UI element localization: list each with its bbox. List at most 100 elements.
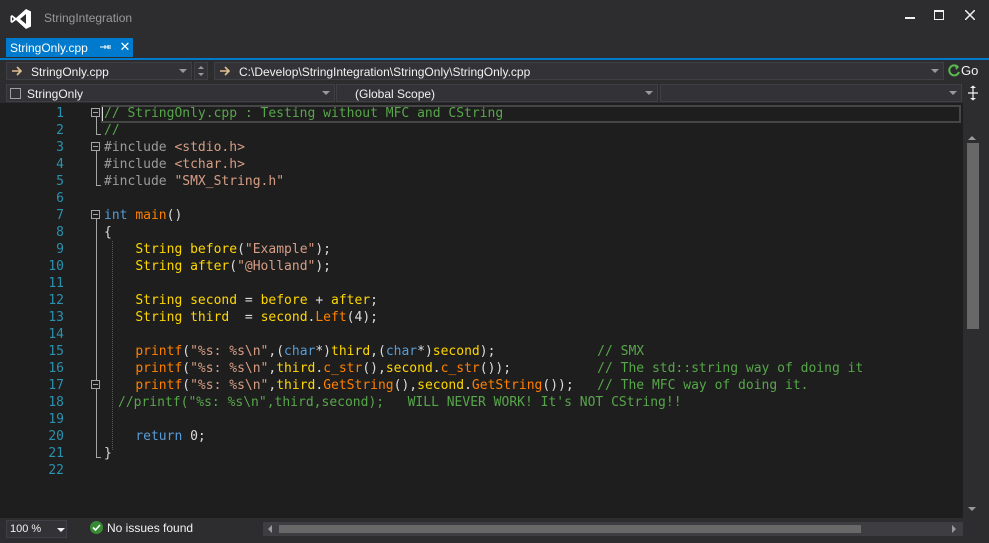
tab-stringonly-cpp[interactable]: StringOnly.cpp ✕ (6, 38, 133, 57)
code-line-18: //printf("%s: %s\n",third,second); WILL … (118, 395, 682, 410)
pin-icon[interactable] (100, 41, 112, 53)
file-combo[interactable]: StringOnly.cpp (6, 62, 192, 80)
scroll-up-icon[interactable] (966, 133, 978, 143)
spinner-arrows-icon (198, 66, 204, 76)
collapse-region-icon[interactable] (91, 380, 100, 389)
editor-bottom-bar: 100 % No issues found (0, 518, 989, 543)
chevron-down-icon (179, 69, 187, 73)
zoom-combo[interactable]: 100 % (6, 520, 67, 538)
arrow-right-icon (12, 66, 23, 76)
outline-end (96, 457, 101, 458)
scroll-left-icon[interactable] (265, 522, 275, 536)
refresh-go-icon (948, 64, 960, 77)
line-number: 4 (56, 157, 64, 172)
path-combo-label: C:\Develop\StringIntegration\StringOnly\… (239, 65, 531, 79)
line-number: 22 (48, 463, 64, 478)
go-button[interactable]: Go (946, 62, 986, 80)
project-combo-label: StringOnly (27, 87, 84, 101)
code-line-16: printf("%s: %s\n",third.c_str(),second.c… (135, 361, 864, 376)
code-line-8: { (104, 225, 112, 240)
file-combo-label: StringOnly.cpp (31, 65, 109, 79)
visual-studio-logo-icon (10, 9, 31, 29)
code-line-12: String second = before + after; (135, 293, 378, 308)
zoom-level: 100 % (10, 523, 42, 535)
horizontal-scroll-thumb[interactable] (279, 525, 861, 533)
maximize-button[interactable] (926, 4, 952, 26)
minimize-icon (905, 17, 915, 19)
navigation-bar-files: StringOnly.cpp C:\Develop\StringIntegrat… (0, 60, 989, 82)
split-window-icon[interactable] (966, 85, 980, 101)
outline-end (96, 185, 101, 186)
code-line-21: } (104, 446, 112, 461)
line-number: 6 (56, 191, 64, 206)
document-tab-well: StringOnly.cpp ✕ (0, 37, 989, 89)
code-line-9: String before("Example"); (135, 242, 332, 257)
line-number: 3 (56, 140, 64, 155)
line-number: 21 (48, 446, 64, 461)
vertical-scrollbar[interactable] (963, 103, 989, 518)
horizontal-scrollbar[interactable] (263, 522, 963, 536)
collapse-region-icon[interactable] (91, 142, 100, 151)
line-number: 11 (48, 276, 64, 291)
outline-guide (96, 117, 97, 134)
line-number: 13 (48, 310, 64, 325)
code-line-10: String after("@Holland"); (135, 259, 332, 274)
scroll-right-icon[interactable] (949, 522, 959, 536)
chevron-down-icon (949, 91, 957, 95)
navigation-bar-scope: StringOnly (Global Scope) (0, 82, 989, 104)
code-line-5: #include "SMX_String.h" (104, 174, 285, 189)
member-combo[interactable] (660, 84, 962, 102)
title-bar: StringIntegration (0, 0, 989, 37)
line-number: 10 (48, 259, 64, 274)
line-number: 7 (56, 208, 64, 223)
chevron-down-icon (57, 528, 65, 532)
code-editor[interactable]: 1 2 3 4 5 6 7 8 9 10 11 12 13 14 15 16 17 18 19 20 21 22 // S… (0, 103, 963, 518)
code-line-2: // (104, 123, 120, 138)
vertical-scroll-thumb[interactable] (967, 143, 979, 329)
line-number: 14 (48, 327, 64, 342)
collapse-region-icon[interactable] (91, 108, 100, 117)
chevron-down-icon (645, 91, 653, 95)
text-cursor (102, 107, 103, 121)
project-combo[interactable]: StringOnly (6, 84, 335, 102)
line-number: 9 (56, 242, 64, 257)
issues-label: No issues found (107, 521, 194, 535)
code-line-17: printf("%s: %s\n",third.GetString(),seco… (135, 378, 809, 393)
project-icon (10, 88, 21, 99)
close-window-button[interactable] (957, 4, 983, 26)
outline-end (96, 134, 101, 135)
line-number: 8 (56, 225, 64, 240)
line-number: 18 (48, 395, 64, 410)
go-label: Go (961, 63, 979, 78)
code-line-13: String third = second.Left(4); (135, 310, 378, 325)
window-title: StringIntegration (44, 11, 133, 25)
line-number: 16 (48, 361, 64, 376)
check-circle-icon (90, 521, 103, 534)
outline-guide (96, 219, 97, 457)
line-number: 20 (48, 429, 64, 444)
line-number: 12 (48, 293, 64, 308)
line-number: 17 (48, 378, 64, 393)
chevron-down-icon (322, 91, 330, 95)
line-number: 5 (56, 174, 64, 189)
code-line-1: // StringOnly.cpp : Testing without MFC … (104, 106, 504, 121)
scroll-down-icon[interactable] (966, 504, 978, 514)
line-number: 19 (48, 412, 64, 427)
nav-spinner[interactable] (194, 62, 208, 80)
line-number: 15 (48, 344, 64, 359)
path-combo[interactable]: C:\Develop\StringIntegration\StringOnly\… (214, 62, 944, 80)
minimize-button[interactable] (897, 4, 923, 26)
chevron-down-icon (931, 69, 939, 73)
code-line-4: #include <tchar.h> (104, 157, 245, 172)
scope-combo[interactable]: (Global Scope) (336, 84, 658, 102)
code-line-3: #include <stdio.h> (104, 140, 245, 155)
maximize-icon (934, 10, 944, 20)
arrow-right-icon (220, 66, 231, 76)
scope-combo-label: (Global Scope) (355, 87, 436, 101)
code-line-15: printf("%s: %s\n",(char*)third,(char*)se… (135, 344, 645, 359)
collapse-region-icon[interactable] (91, 210, 100, 219)
outline-guide (96, 151, 97, 185)
close-tab-icon[interactable]: ✕ (119, 40, 131, 54)
line-number: 2 (56, 123, 64, 138)
close-icon (965, 10, 975, 20)
